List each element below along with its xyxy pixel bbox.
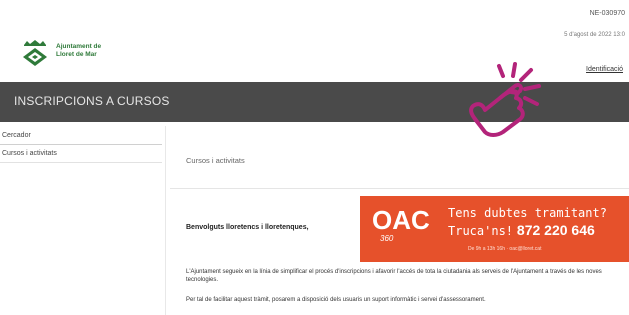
banner-title: INSCRIPCIONS A CURSOS xyxy=(14,94,170,108)
support-paragraph: Per tal de facilitar aquest tràmit, posa… xyxy=(186,297,486,303)
oac-ad-banner[interactable]: OAC 360 Tens dubtes tramitant? Truca'ns!… xyxy=(360,196,629,262)
oac-360: 360 xyxy=(380,234,394,243)
ajuntament-shield-icon xyxy=(23,40,47,66)
oac-logo: OAC xyxy=(372,205,430,235)
page: NE-030970 5 d'agost de 2022 13:0 Identif… xyxy=(0,0,629,315)
ajuntament-logo[interactable]: Ajuntament de Lloret de Mar xyxy=(20,38,140,68)
greeting-text: Benvolguts lloretencs i lloretenques, xyxy=(186,224,309,231)
oac-contact: De 9h a 13h 16h · oac@lloret.cat xyxy=(468,246,542,252)
record-id: NE-030970 xyxy=(589,10,625,17)
sidebar: Cercador Cursos i activitats xyxy=(0,126,166,315)
intro-paragraph: L'Ajuntament segueix en la línia de simp… xyxy=(186,269,602,283)
logo-line-2: Lloret de Mar xyxy=(56,51,97,58)
login-link[interactable]: Identificació xyxy=(586,66,623,73)
logo-text: Ajuntament de Lloret de Mar xyxy=(56,43,101,59)
oac-question: Tens dubtes tramitant? xyxy=(448,206,607,220)
oac-phone-number[interactable]: 872 220 646 xyxy=(517,222,595,238)
sidebar-item-cursos[interactable]: Cursos i activitats xyxy=(0,146,162,163)
sidebar-item-cercador[interactable]: Cercador xyxy=(0,128,162,145)
tap-hand-icon xyxy=(469,62,541,137)
current-date: 5 d'agost de 2022 13:0 xyxy=(564,32,625,38)
logo-line-1: Ajuntament de xyxy=(56,43,102,50)
divider xyxy=(170,188,629,189)
oac-call-text: Truca'ns! xyxy=(448,224,514,238)
oac-phone-line: Truca'ns! 872 220 646 xyxy=(448,222,595,238)
breadcrumb[interactable]: Cursos i activitats xyxy=(186,156,245,165)
